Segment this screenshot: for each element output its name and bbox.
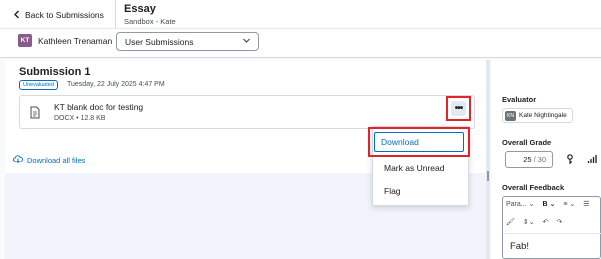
stats-icon[interactable] [587, 154, 597, 166]
user-info: KT Kathleen Trenaman [18, 34, 112, 47]
grade-label: Overall Grade [502, 138, 552, 147]
submission-heading: Submission 1 [19, 66, 91, 78]
user-name: Kathleen Trenaman [38, 35, 113, 46]
format-painter-icon[interactable]: 🖌 [506, 218, 515, 226]
align-button[interactable]: ≡ ⌄ [563, 200, 575, 208]
file-name: KT blank doc for testing [54, 102, 144, 112]
grade-separator: / [533, 155, 536, 164]
user-avatar: KT [18, 34, 32, 47]
evaluator-label: Evaluator [502, 95, 537, 104]
view-select[interactable]: User Submissions [116, 32, 259, 51]
download-all-label: Download all files [27, 155, 86, 165]
cloud-download-icon [12, 155, 23, 165]
back-to-submissions-button[interactable]: Back to Submissions [7, 6, 107, 24]
view-select-value: User Submissions [125, 36, 194, 47]
page-subtitle: Sandbox - Kate [124, 17, 176, 26]
bold-button[interactable]: B ⌄ [542, 200, 555, 208]
menu-item-mark-unread[interactable]: Mark as Unread [384, 163, 444, 173]
header-divider [115, 0, 116, 28]
evaluator-avatar: KN [505, 110, 516, 121]
back-label: Back to Submissions [25, 10, 104, 20]
grade-input[interactable]: 25 / 30 [505, 151, 553, 168]
feedback-label: Overall Feedback [502, 183, 565, 192]
grade-value: 25 [523, 155, 532, 164]
resize-handle[interactable] [487, 171, 489, 181]
status-badge: Unevaluated [19, 80, 58, 90]
editor-toolbar-top: Para... ⌄ B ⌄ ≡ ⌄ ☰ [506, 200, 590, 208]
undo-icon[interactable]: ↶ [543, 218, 549, 226]
document-icon [30, 106, 40, 121]
chevron-left-icon [13, 10, 20, 21]
menu-item-download[interactable]: Download [374, 132, 464, 152]
paragraph-style-select[interactable]: Para... ⌄ [506, 200, 534, 208]
download-all-link[interactable]: Download all files [12, 155, 86, 165]
more-options-button[interactable]: ••• [451, 101, 466, 116]
feedback-text: Fab! [510, 241, 530, 252]
header-separator [0, 28, 601, 29]
evaluator-chip[interactable]: KN Kate Nightingale [502, 108, 573, 123]
file-attachment[interactable]: KT blank doc for testing DOCX • 12.8 KB [19, 95, 475, 129]
line-spacing-icon[interactable]: ⇕⌄ [523, 218, 535, 226]
toolbar-divider [503, 233, 601, 234]
redo-icon[interactable]: ↷ [557, 218, 563, 226]
submission-date: Tuesday, 22 July 2025 4:47 PM [67, 81, 165, 88]
editor-toolbar-bottom: 🖌 ⇕⌄ ↶ ↷ [506, 218, 562, 226]
file-meta: DOCX • 12.8 KB [54, 115, 106, 122]
list-icon[interactable]: ☰ [583, 200, 589, 208]
panel-divider [486, 60, 490, 259]
page-title: Essay [124, 3, 156, 15]
grade-out-of: 30 [537, 155, 546, 164]
rubric-key-icon[interactable] [566, 154, 574, 167]
evaluator-name: Kate Nightingale [519, 112, 567, 119]
chevron-down-icon [242, 36, 251, 47]
menu-item-flag[interactable]: Flag [384, 186, 401, 196]
